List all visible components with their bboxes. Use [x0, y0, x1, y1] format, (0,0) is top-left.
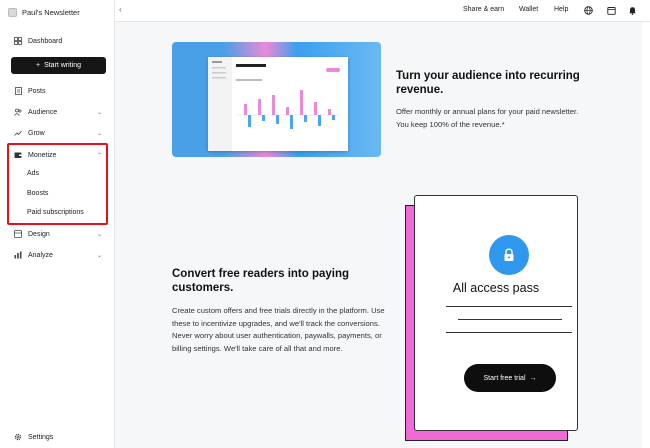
- publication-name: Paul's Newsletter: [22, 7, 80, 17]
- document-icon: [14, 87, 22, 95]
- pass-card-line: [446, 306, 572, 307]
- wallet-link[interactable]: Wallet: [519, 6, 538, 13]
- pass-card: [414, 195, 578, 431]
- pass-card-line: [446, 332, 572, 333]
- lock-icon: [489, 235, 529, 275]
- start-free-trial-button[interactable]: Start free trial →: [464, 364, 556, 392]
- sidebar-item-label: Dashboard: [28, 37, 63, 45]
- arrow-right-icon: →: [529, 374, 537, 382]
- publication-switcher[interactable]: Paul's Newsletter: [8, 4, 112, 20]
- chevron-down-icon: ⌄: [96, 109, 102, 116]
- sidebar-item-label: Analyze: [28, 251, 53, 259]
- pass-card-line: [458, 319, 562, 320]
- start-free-trial-label: Start free trial: [483, 374, 526, 382]
- start-writing-label: Start writing: [44, 62, 82, 69]
- brush-icon: [14, 230, 22, 238]
- sidebar-item-audience[interactable]: Audience ⌄: [14, 108, 104, 116]
- section1-body: Offer monthly or annual plans for your p…: [396, 107, 579, 129]
- scrollbar[interactable]: [642, 22, 650, 448]
- dashboard-mockup: [208, 57, 348, 151]
- sidebar-item-grow[interactable]: Grow ⌄: [14, 129, 104, 137]
- revenue-dashboard-illustration: [172, 42, 381, 157]
- top-bar: ‹ Share & earn Wallet Help: [115, 0, 650, 22]
- chevron-down-icon: ⌄: [96, 231, 102, 238]
- sidebar-item-label: Posts: [28, 87, 46, 95]
- trend-up-icon: [14, 129, 22, 137]
- start-writing-button[interactable]: + Start writing: [11, 57, 106, 74]
- sidebar-item-posts[interactable]: Posts: [14, 87, 104, 95]
- section2-title: Convert free readers into paying custome…: [172, 268, 350, 294]
- calendar-icon[interactable]: [606, 5, 616, 15]
- grid-icon: [14, 37, 22, 45]
- sidebar-item-settings[interactable]: Settings: [14, 433, 104, 441]
- section1-title: Turn your audience into recurring revenu…: [396, 70, 580, 96]
- plus-icon: +: [35, 62, 41, 69]
- sidebar-item-dashboard[interactable]: Dashboard: [14, 37, 104, 45]
- pass-card-title: All access pass: [452, 281, 540, 295]
- users-icon: [14, 108, 22, 116]
- sidebar-item-label: Settings: [28, 433, 54, 441]
- gear-icon: [14, 433, 22, 441]
- collapse-sidebar-icon[interactable]: ‹: [119, 5, 122, 14]
- monetize-highlight-box: [7, 143, 108, 225]
- sidebar-item-label: Design: [28, 230, 50, 238]
- sidebar-item-label: Grow: [28, 129, 45, 137]
- bell-icon[interactable]: [627, 5, 637, 15]
- share-earn-link[interactable]: Share & earn: [463, 6, 504, 13]
- section2-body: Create custom offers and free trials dir…: [172, 306, 385, 353]
- globe-icon[interactable]: [583, 5, 593, 15]
- sidebar-item-design[interactable]: Design ⌄: [14, 230, 104, 238]
- sidebar-item-label: Audience: [28, 108, 58, 116]
- publication-avatar: [8, 7, 17, 17]
- chevron-down-icon: ⌄: [96, 252, 102, 259]
- sidebar-item-analyze[interactable]: Analyze ⌄: [14, 251, 104, 259]
- bar-chart-icon: [14, 251, 22, 259]
- help-link[interactable]: Help: [554, 6, 568, 13]
- chevron-down-icon: ⌄: [96, 130, 102, 137]
- sidebar: Paul's Newsletter Dashboard + Start writ…: [0, 0, 115, 448]
